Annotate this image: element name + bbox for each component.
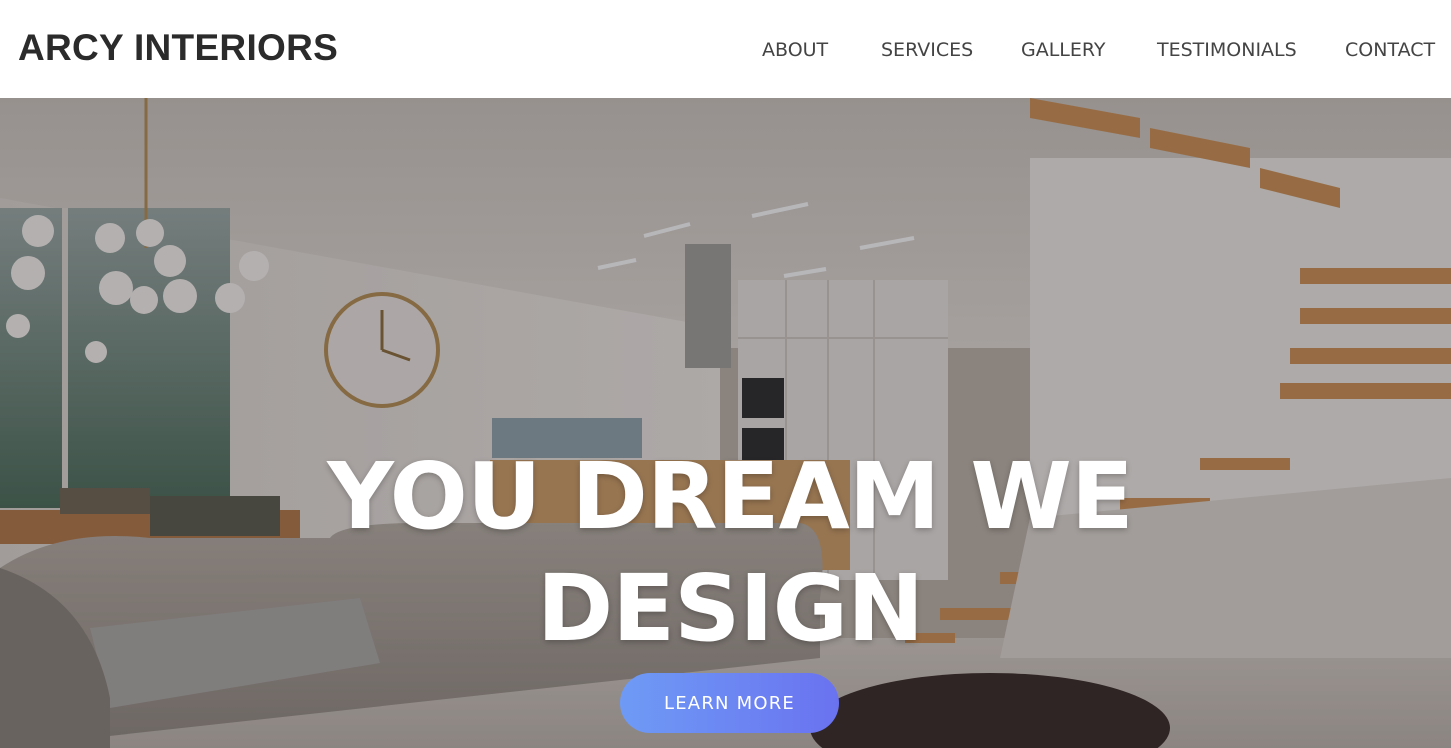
- nav-link-services[interactable]: SERVICES: [881, 39, 973, 61]
- nav-link-about[interactable]: ABOUT: [762, 39, 828, 61]
- nav-link-contact[interactable]: CONTACT: [1345, 39, 1435, 61]
- learn-more-button[interactable]: LEARN MORE: [620, 673, 839, 733]
- top-navbar: ARCY INTERIORS ABOUT SERVICES GALLERY TE…: [0, 0, 1451, 98]
- hero-headline: YOU DREAM WE DESIGN: [230, 441, 1230, 665]
- hero-headline-line2: DESIGN: [536, 555, 924, 662]
- nav-link-testimonials[interactable]: TESTIMONIALS: [1157, 39, 1297, 61]
- main-nav: ABOUT SERVICES GALLERY TESTIMONIALS CONT…: [0, 39, 1451, 63]
- hero-headline-line1: YOU DREAM WE: [327, 443, 1133, 550]
- nav-link-gallery[interactable]: GALLERY: [1021, 39, 1106, 61]
- hero-section: YOU DREAM WE DESIGN LEARN MORE: [0, 98, 1451, 748]
